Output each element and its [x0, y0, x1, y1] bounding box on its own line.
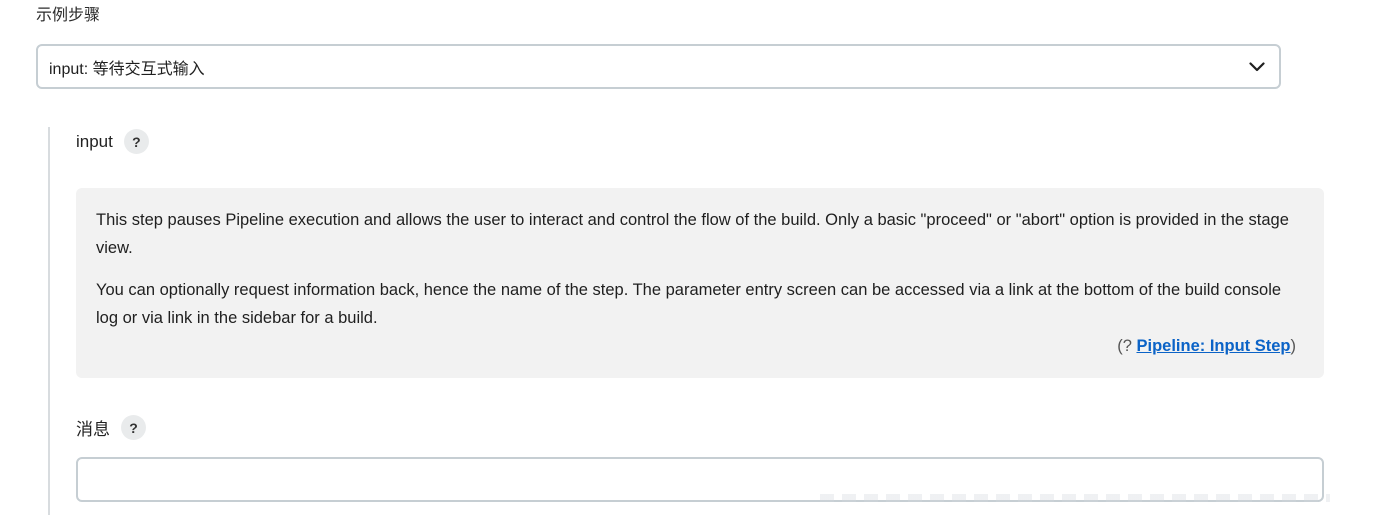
sample-step-label: 示例步骤 — [36, 7, 101, 24]
help-source: (? Pipeline: Input Step) — [96, 332, 1296, 360]
message-field-header: 消息 ? — [76, 415, 146, 440]
step-config-panel: input ? This step pauses Pipeline execut… — [48, 127, 1340, 515]
input-help-panel: This step pauses Pipeline execution and … — [76, 188, 1324, 378]
input-field-header: input ? — [76, 129, 149, 154]
message-help-icon[interactable]: ? — [121, 415, 146, 440]
sample-step-select-value: input: 等待交互式输入 — [49, 60, 205, 78]
sample-step-select[interactable]: input: 等待交互式输入 — [36, 44, 1281, 89]
faint-background-strip — [820, 494, 1330, 502]
input-help-icon[interactable]: ? — [123, 129, 149, 154]
chevron-down-icon — [1247, 57, 1267, 77]
message-field-label: 消息 — [76, 420, 110, 439]
input-field-label: input — [76, 131, 113, 151]
help-paragraph-1: This step pauses Pipeline execution and … — [96, 211, 1289, 257]
pipeline-input-step-link[interactable]: Pipeline: Input Step — [1136, 337, 1290, 355]
help-source-prefix: (? — [1117, 337, 1137, 355]
help-paragraph-2: You can optionally request information b… — [96, 281, 1282, 327]
help-source-suffix: ) — [1290, 337, 1297, 355]
